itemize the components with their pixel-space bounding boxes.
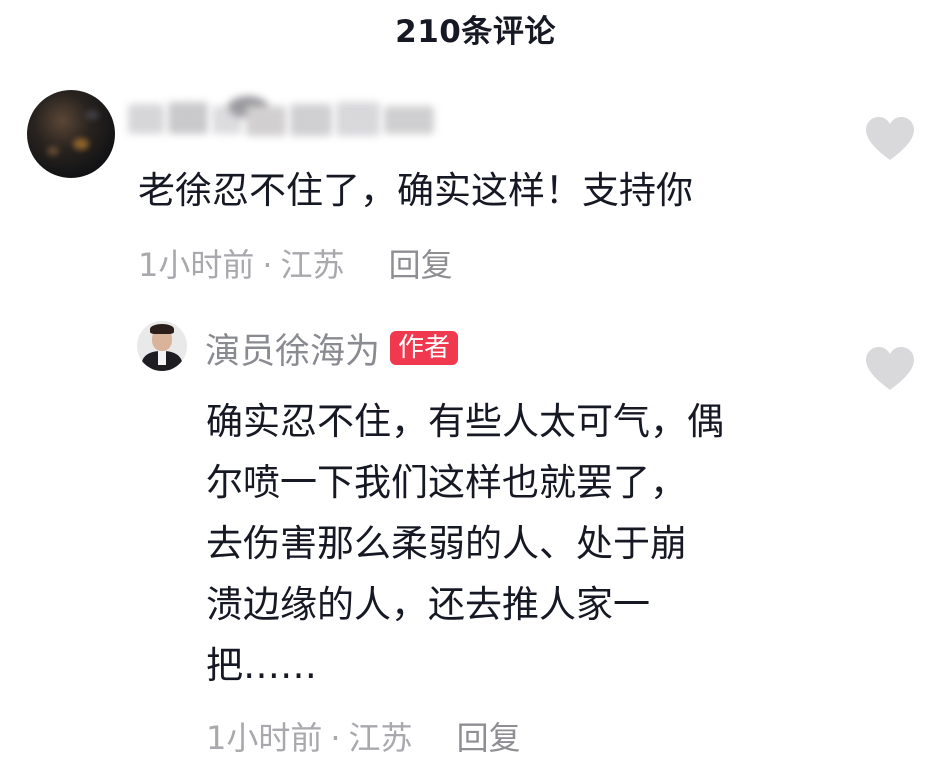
reply-text-line: 尔喷一下我们这样也就罢了， (206, 461, 687, 504)
reply-text-line: 确实忍不住，有些人太可气，偶 (206, 400, 724, 443)
reply-button[interactable]: 回复 (457, 719, 521, 757)
heart-icon[interactable] (864, 346, 916, 392)
avatar[interactable] (27, 90, 115, 178)
reply-time: 1小时前 (206, 719, 323, 757)
meta-separator: · (330, 719, 341, 757)
reply-text: 确实忍不住，有些人太可气，偶 尔喷一下我们这样也就罢了， 去伤害那么柔弱的人、处… (206, 391, 856, 696)
reply-location: 江苏 (348, 719, 413, 757)
reply-text-line: 溃边缘的人，还去推人家一 (206, 583, 650, 626)
reply-text-line: 去伤害那么柔弱的人、处于崩 (206, 522, 687, 565)
comments-count-title: 210条评论 (395, 14, 556, 50)
reply-meta: 1小时前 · 江苏 回复 (206, 716, 521, 760)
reply-text-line: 把…… (206, 644, 317, 687)
heart-icon[interactable] (864, 116, 916, 162)
username-blurred[interactable] (128, 96, 448, 142)
comment-text: 老徐忍不住了，确实这样！支持你 (138, 169, 693, 212)
reply-button[interactable]: 回复 (389, 246, 453, 284)
author-name[interactable]: 演员徐海为 (205, 323, 380, 374)
author-badge: 作者 (390, 331, 459, 365)
author-avatar[interactable] (137, 321, 187, 371)
comment-location: 江苏 (280, 246, 345, 284)
comment-time: 1小时前 (138, 246, 255, 284)
comment-meta: 1小时前 · 江苏 回复 (138, 243, 453, 287)
meta-separator: · (262, 246, 273, 284)
reply-author-row: 演员徐海为 作者 (205, 323, 459, 374)
